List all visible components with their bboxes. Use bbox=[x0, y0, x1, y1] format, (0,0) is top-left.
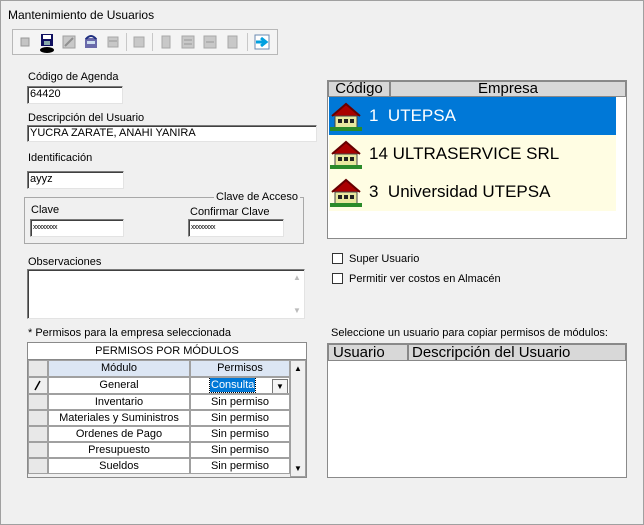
clave-group-legend: Clave de Acceso bbox=[214, 191, 300, 203]
permiso-cell[interactable]: Sin permiso bbox=[190, 394, 290, 410]
save-icon[interactable] bbox=[38, 33, 56, 53]
delete-icon[interactable] bbox=[104, 33, 122, 51]
empresa-row-text: 1 UTEPSA bbox=[369, 106, 456, 125]
row-selector[interactable] bbox=[28, 426, 48, 442]
codigo-header[interactable]: Código bbox=[328, 81, 390, 97]
confirmar-clave-input[interactable]: xxxxxxxx bbox=[188, 219, 284, 237]
identificacion-input[interactable]: ayyz bbox=[27, 171, 124, 189]
observaciones-textarea[interactable] bbox=[27, 269, 305, 319]
permisos-grid[interactable]: PERMISOS POR MÓDULOS Módulo Permisos Gen… bbox=[27, 342, 307, 478]
descripcion-usuario-header[interactable]: Descripción del Usuario bbox=[408, 344, 626, 361]
next-icon[interactable] bbox=[179, 33, 197, 51]
empresa-row-text: 3 Universidad UTEPSA bbox=[369, 182, 551, 201]
scroll-up-icon[interactable]: ▲ bbox=[293, 273, 301, 282]
row-selector[interactable] bbox=[28, 377, 48, 394]
ver-costos-label: Permitir ver costos en Almacén bbox=[349, 273, 501, 285]
edit-icon[interactable] bbox=[60, 33, 78, 51]
house-icon bbox=[330, 138, 362, 170]
empresa-row[interactable]: 14 ULTRASERVICE SRL bbox=[329, 135, 616, 173]
row-selector[interactable] bbox=[28, 394, 48, 410]
permiso-cell[interactable]: Sin permiso bbox=[190, 458, 290, 474]
empresa-grid[interactable]: Código Empresa 1 UTEPSA 14 ULTRASERVICE … bbox=[327, 80, 627, 239]
first-icon[interactable] bbox=[16, 33, 34, 51]
row-selector[interactable] bbox=[28, 410, 48, 426]
super-usuario-checkbox[interactable] bbox=[332, 253, 343, 264]
search-icon[interactable] bbox=[201, 33, 219, 51]
house-icon bbox=[330, 176, 362, 208]
super-usuario-label: Super Usuario bbox=[349, 253, 420, 265]
last-icon[interactable] bbox=[223, 33, 241, 51]
usuario-header[interactable]: Usuario bbox=[328, 344, 408, 361]
codigo-agenda-input[interactable]: 64420 bbox=[27, 86, 123, 104]
clave-input[interactable]: xxxxxxxx bbox=[30, 219, 124, 237]
scroll-down-icon[interactable]: ▼ bbox=[293, 306, 301, 315]
exit-icon[interactable] bbox=[253, 33, 271, 51]
confirmar-clave-label: Confirmar Clave bbox=[190, 206, 270, 218]
empresa-header[interactable]: Empresa bbox=[390, 81, 626, 97]
modulo-cell[interactable]: Sueldos bbox=[48, 458, 190, 474]
modulo-cell[interactable]: Materiales y Suministros bbox=[48, 410, 190, 426]
empresa-row[interactable]: 3 Universidad UTEPSA bbox=[329, 173, 616, 211]
descripcion-label: Descripción del Usuario bbox=[28, 112, 145, 124]
modulo-cell[interactable]: Presupuesto bbox=[48, 442, 190, 458]
codigo-agenda-label: Código de Agenda bbox=[28, 71, 119, 83]
print-icon[interactable] bbox=[130, 33, 148, 51]
copiar-label: Seleccione un usuario para copiar permis… bbox=[331, 327, 608, 339]
empresa-row[interactable]: 1 UTEPSA bbox=[329, 97, 616, 135]
usuarios-grid[interactable]: Usuario Descripción del Usuario bbox=[327, 343, 627, 478]
permisos-title: PERMISOS POR MÓDULOS bbox=[28, 343, 306, 360]
ver-costos-checkbox[interactable] bbox=[332, 273, 343, 284]
undo-icon[interactable] bbox=[82, 33, 100, 51]
empresa-row-text: 14 ULTRASERVICE SRL bbox=[369, 144, 560, 163]
row-selector[interactable] bbox=[28, 458, 48, 474]
scroll-down-icon[interactable]: ▼ bbox=[291, 461, 305, 476]
pencil-icon bbox=[34, 380, 41, 391]
observaciones-scrollbar[interactable]: ▲ ▼ bbox=[292, 271, 303, 317]
modulo-cell[interactable]: Ordenes de Pago bbox=[48, 426, 190, 442]
clave-label: Clave bbox=[31, 204, 60, 216]
permiso-cell[interactable]: Sin permiso bbox=[190, 426, 290, 442]
dropdown-arrow-icon[interactable]: ▼ bbox=[272, 379, 288, 393]
permisos-header[interactable]: Permisos bbox=[190, 360, 290, 377]
modulo-cell[interactable]: General bbox=[48, 377, 190, 394]
house-icon bbox=[330, 100, 362, 132]
prev-icon[interactable] bbox=[157, 33, 175, 51]
identificacion-label: Identificación bbox=[28, 152, 93, 164]
toolbar bbox=[12, 29, 278, 55]
permiso-dropdown-value: Consulta bbox=[208, 378, 257, 393]
permiso-cell[interactable]: Sin permiso bbox=[190, 410, 290, 426]
permisos-note: * Permisos para la empresa seleccionada bbox=[28, 327, 231, 339]
permiso-dropdown[interactable]: Consulta ▼ bbox=[190, 377, 290, 394]
permiso-cell[interactable]: Sin permiso bbox=[190, 442, 290, 458]
modulo-cell[interactable]: Inventario bbox=[48, 394, 190, 410]
row-selector[interactable] bbox=[28, 442, 48, 458]
permisos-scrollbar[interactable]: ▲ ▼ bbox=[290, 360, 306, 477]
observaciones-label: Observaciones bbox=[28, 256, 102, 268]
descripcion-input[interactable]: YUCRA ZARATE, ANAHI YANIRA bbox=[27, 125, 317, 142]
window-title: Mantenimiento de Usuarios bbox=[8, 8, 155, 22]
modulo-header[interactable]: Módulo bbox=[48, 360, 190, 377]
scroll-up-icon[interactable]: ▲ bbox=[291, 361, 305, 376]
